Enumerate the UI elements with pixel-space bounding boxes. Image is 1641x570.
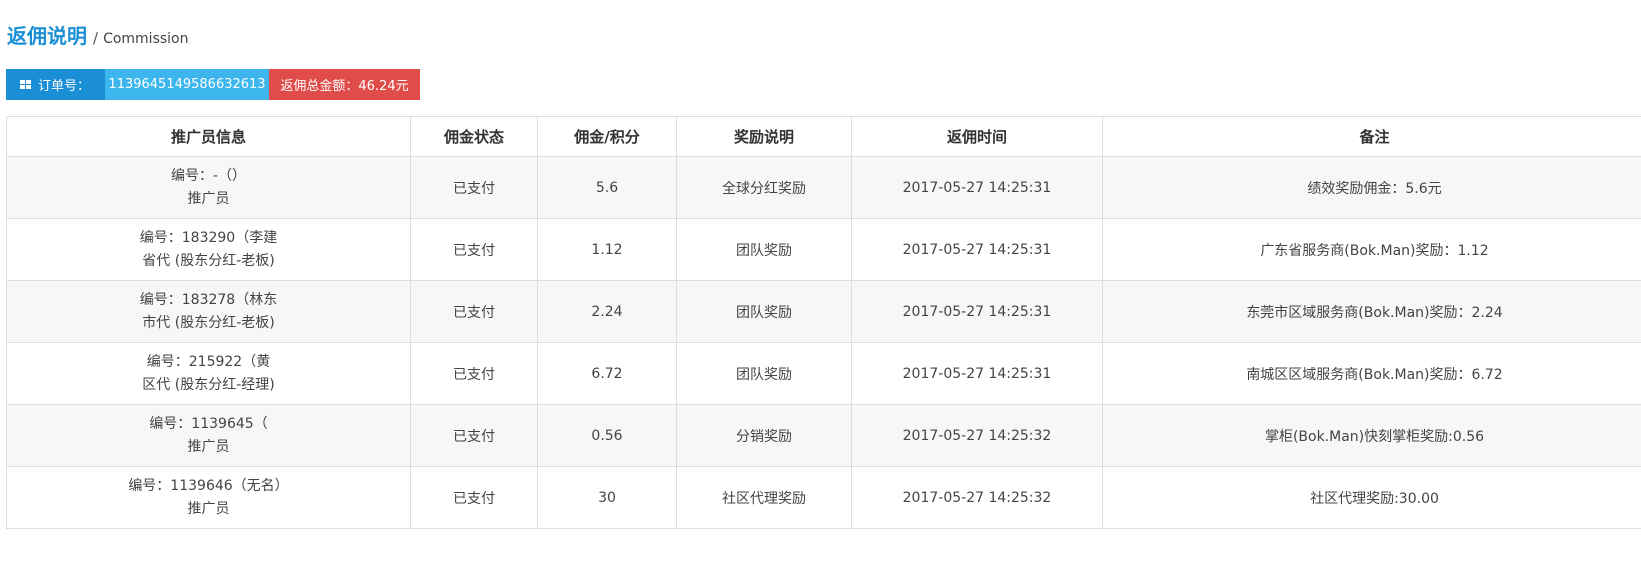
status-cell: 已支付: [410, 156, 538, 219]
amount-cell: 0.56: [537, 404, 677, 467]
time-cell: 2017-05-27 14:25:32: [851, 466, 1103, 529]
reward-cell: 社区代理奖励: [676, 466, 852, 529]
promoter-id: 编号：1139646（无名）: [128, 477, 289, 494]
order-number: 1139645149586632613: [105, 69, 269, 100]
column-header-remark: 备注: [1102, 116, 1641, 157]
reward-cell: 团队奖励: [676, 218, 852, 281]
time-cell: 2017-05-27 14:25:31: [851, 342, 1103, 405]
column-header-reward: 奖励说明: [676, 116, 852, 157]
reward-cell: 全球分红奖励: [676, 156, 852, 219]
promoter-cell: 编号：1139645（ 推广员: [6, 404, 411, 467]
grid-icon: [20, 80, 31, 89]
promoter-id: 编号：183278（林东: [139, 291, 278, 308]
status-cell: 已支付: [410, 280, 538, 343]
amount-cell: 30: [537, 466, 677, 529]
order-info-bar: 订单号： 1139645149586632613 返佣总金额：46.24元: [6, 69, 420, 100]
promoter-cell: 编号：183290（李建 省代 (股东分红-老板): [6, 218, 411, 281]
table-row: 编号：1139646（无名） 推广员 已支付 30 社区代理奖励 2017-05…: [6, 466, 1641, 529]
amount-cell: 5.6: [537, 156, 677, 219]
order-label: 订单号：: [38, 79, 91, 94]
column-header-promoter: 推广员信息: [6, 116, 411, 157]
status-cell: 已支付: [410, 466, 538, 529]
promoter-cell: 编号：183278（林东 市代 (股东分红-老板): [6, 280, 411, 343]
status-cell: 已支付: [410, 218, 538, 281]
amount-cell: 2.24: [537, 280, 677, 343]
promoter-role: 推广员: [187, 500, 230, 517]
promoter-cell: 编号：-（） 推广员: [6, 156, 411, 219]
time-cell: 2017-05-27 14:25:31: [851, 218, 1103, 281]
commission-table: 推广员信息 佣金状态 佣金/积分 奖励说明 返佣时间 备注 编号：-（） 推广员…: [6, 116, 1641, 529]
table-row: 编号：1139645（ 推广员 已支付 0.56 分销奖励 2017-05-27…: [6, 404, 1641, 467]
remark-cell: 社区代理奖励:30.00: [1102, 466, 1641, 529]
promoter-id: 编号：215922（黄: [146, 353, 271, 370]
promoter-cell: 编号：215922（黄 区代 (股东分红-经理): [6, 342, 411, 405]
table-header-row: 推广员信息 佣金状态 佣金/积分 奖励说明 返佣时间 备注: [6, 116, 1641, 157]
remark-cell: 南城区区域服务商(Bok.Man)奖励：6.72: [1102, 342, 1641, 405]
remark-cell: 绩效奖励佣金：5.6元: [1102, 156, 1641, 219]
remark-cell: 广东省服务商(Bok.Man)奖励：1.12: [1102, 218, 1641, 281]
table-row: 编号：-（） 推广员 已支付 5.6 全球分红奖励 2017-05-27 14:…: [6, 156, 1641, 219]
commission-total: 返佣总金额：46.24元: [269, 69, 420, 100]
promoter-role: 区代 (股东分红-经理): [142, 376, 275, 393]
table-row: 编号：183278（林东 市代 (股东分红-老板) 已支付 2.24 团队奖励 …: [6, 280, 1641, 343]
promoter-role: 推广员: [187, 190, 230, 207]
reward-cell: 团队奖励: [676, 342, 852, 405]
amount-cell: 6.72: [537, 342, 677, 405]
promoter-role: 市代 (股东分红-老板): [142, 314, 275, 331]
amount-cell: 1.12: [537, 218, 677, 281]
status-cell: 已支付: [410, 342, 538, 405]
table-row: 编号：215922（黄 区代 (股东分红-经理) 已支付 6.72 团队奖励 2…: [6, 342, 1641, 405]
reward-cell: 分销奖励: [676, 404, 852, 467]
time-cell: 2017-05-27 14:25:32: [851, 404, 1103, 467]
page-title: 返佣说明: [7, 24, 87, 48]
time-cell: 2017-05-27 14:25:31: [851, 156, 1103, 219]
remark-cell: 东莞市区域服务商(Bok.Man)奖励：2.24: [1102, 280, 1641, 343]
column-header-amount: 佣金/积分: [537, 116, 677, 157]
table-row: 编号：183290（李建 省代 (股东分红-老板) 已支付 1.12 团队奖励 …: [6, 218, 1641, 281]
promoter-id: 编号：-（）: [170, 167, 247, 184]
promoter-id: 编号：183290（李建: [139, 229, 278, 246]
remark-cell: 掌柜(Bok.Man)快刻掌柜奖励:0.56: [1102, 404, 1641, 467]
page-subtitle: Commission: [103, 31, 189, 47]
promoter-id: 编号：1139645（: [149, 415, 268, 432]
promoter-cell: 编号：1139646（无名） 推广员: [6, 466, 411, 529]
status-cell: 已支付: [410, 404, 538, 467]
page-header: 返佣说明 / Commission: [7, 20, 188, 52]
column-header-status: 佣金状态: [410, 116, 538, 157]
reward-cell: 团队奖励: [676, 280, 852, 343]
column-header-time: 返佣时间: [851, 116, 1103, 157]
breadcrumb-separator: /: [93, 29, 99, 47]
order-label-box: 订单号：: [6, 69, 105, 100]
promoter-role: 推广员: [187, 438, 230, 455]
time-cell: 2017-05-27 14:25:31: [851, 280, 1103, 343]
promoter-role: 省代 (股东分红-老板): [142, 252, 275, 269]
